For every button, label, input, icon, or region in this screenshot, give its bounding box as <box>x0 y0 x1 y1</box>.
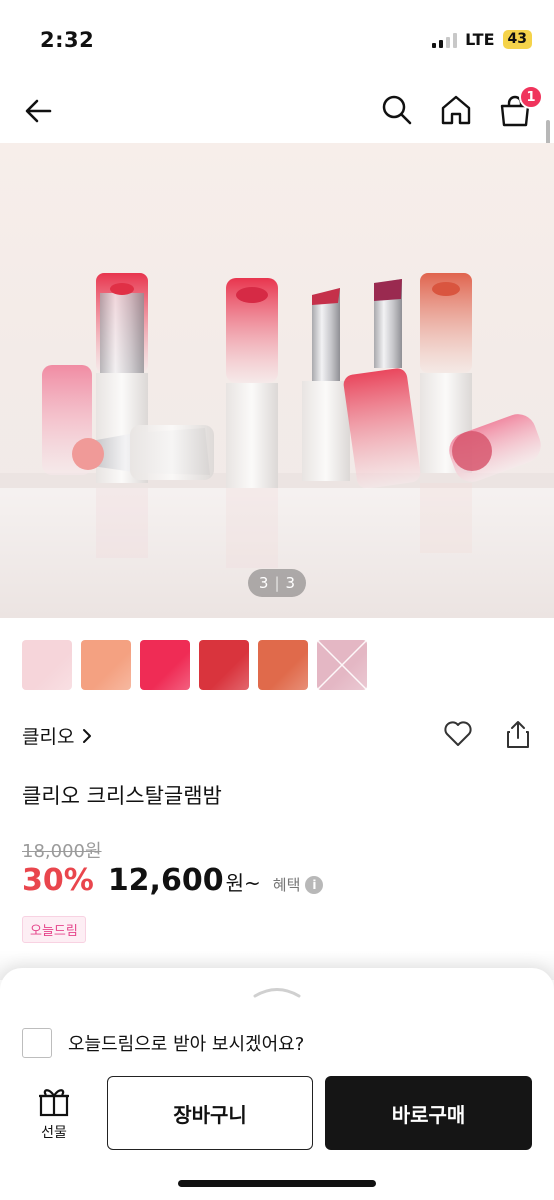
sheet-handle[interactable] <box>251 984 303 998</box>
product-title: 클리오 크리스탈글램밤 <box>22 784 222 808</box>
gift-icon <box>39 1089 69 1117</box>
signal-icon <box>432 32 458 48</box>
chevron-right-icon <box>83 728 92 743</box>
network-type: LTE <box>465 30 495 49</box>
gift-button[interactable]: 선물 <box>30 1084 78 1144</box>
purchase-bottom-sheet: 오늘드림으로 받아 보시겠어요? 선물 장바구니 바로구매 <box>0 968 554 1200</box>
home-indicator <box>178 1180 376 1187</box>
share-button[interactable] <box>504 718 532 750</box>
delivery-tag: 오늘드림 <box>22 916 86 943</box>
chevron-up-icon <box>253 988 301 998</box>
image-counter-divider: | <box>274 574 280 592</box>
heart-icon <box>444 721 472 746</box>
brand-link[interactable]: 클리오 <box>22 722 94 749</box>
arrow-left-icon <box>25 99 52 123</box>
battery-icon: 43 <box>502 30 532 49</box>
buy-now-button[interactable]: 바로구매 <box>325 1076 532 1150</box>
gift-label: 선물 <box>41 1125 67 1141</box>
status-indicators: LTE 43 <box>432 30 532 49</box>
brand-name: 클리오 <box>22 726 75 748</box>
status-bar: 2:32 LTE 43 <box>0 0 554 80</box>
top-navigation: 1 <box>0 80 554 142</box>
swatch-coral[interactable] <box>258 640 308 690</box>
today-dream-checkbox[interactable] <box>22 1028 52 1058</box>
price-row: 30% 12,600 원~ 혜택 i <box>22 863 324 898</box>
swatch-pale-pink[interactable] <box>22 640 72 690</box>
cart-button[interactable]: 1 <box>497 85 543 129</box>
image-counter-current: 3 <box>258 574 269 592</box>
search-button[interactable] <box>380 93 414 127</box>
original-price: 18,000원 <box>22 841 102 862</box>
benefit-label: 혜택 <box>272 876 301 894</box>
product-image[interactable]: 3 | 3 <box>0 143 554 618</box>
today-dream-option[interactable]: 오늘드림으로 받아 보시겠어요? <box>22 1028 304 1058</box>
color-swatches <box>22 640 367 690</box>
lipstick-product-photo <box>0 273 554 618</box>
swatch-hot-pink[interactable] <box>140 640 190 690</box>
home-button[interactable] <box>439 93 473 127</box>
sold-out-cross-icon <box>317 640 367 690</box>
today-dream-label: 오늘드림으로 받아 보시겠어요? <box>68 1034 305 1055</box>
discount-rate: 30% <box>22 863 94 898</box>
status-time: 2:32 <box>40 28 95 52</box>
brand-row: 클리오 <box>22 716 532 756</box>
info-icon: i <box>305 875 324 894</box>
back-button[interactable] <box>22 94 56 128</box>
benefit-link[interactable]: 혜택 i <box>273 874 324 895</box>
wishlist-button[interactable] <box>442 718 474 750</box>
home-icon <box>441 95 471 125</box>
image-counter: 3 | 3 <box>248 569 306 597</box>
swatch-peach[interactable] <box>81 640 131 690</box>
share-icon <box>507 721 529 748</box>
search-icon <box>382 95 412 125</box>
swatch-sold-out-mauve[interactable] <box>317 640 367 690</box>
currency-suffix: 원~ <box>225 871 261 895</box>
image-counter-total: 3 <box>285 574 296 592</box>
add-to-cart-button[interactable]: 장바구니 <box>107 1076 313 1150</box>
sale-price: 12,600 <box>107 863 224 898</box>
swatch-red[interactable] <box>199 640 249 690</box>
cart-count-badge: 1 <box>519 85 543 109</box>
